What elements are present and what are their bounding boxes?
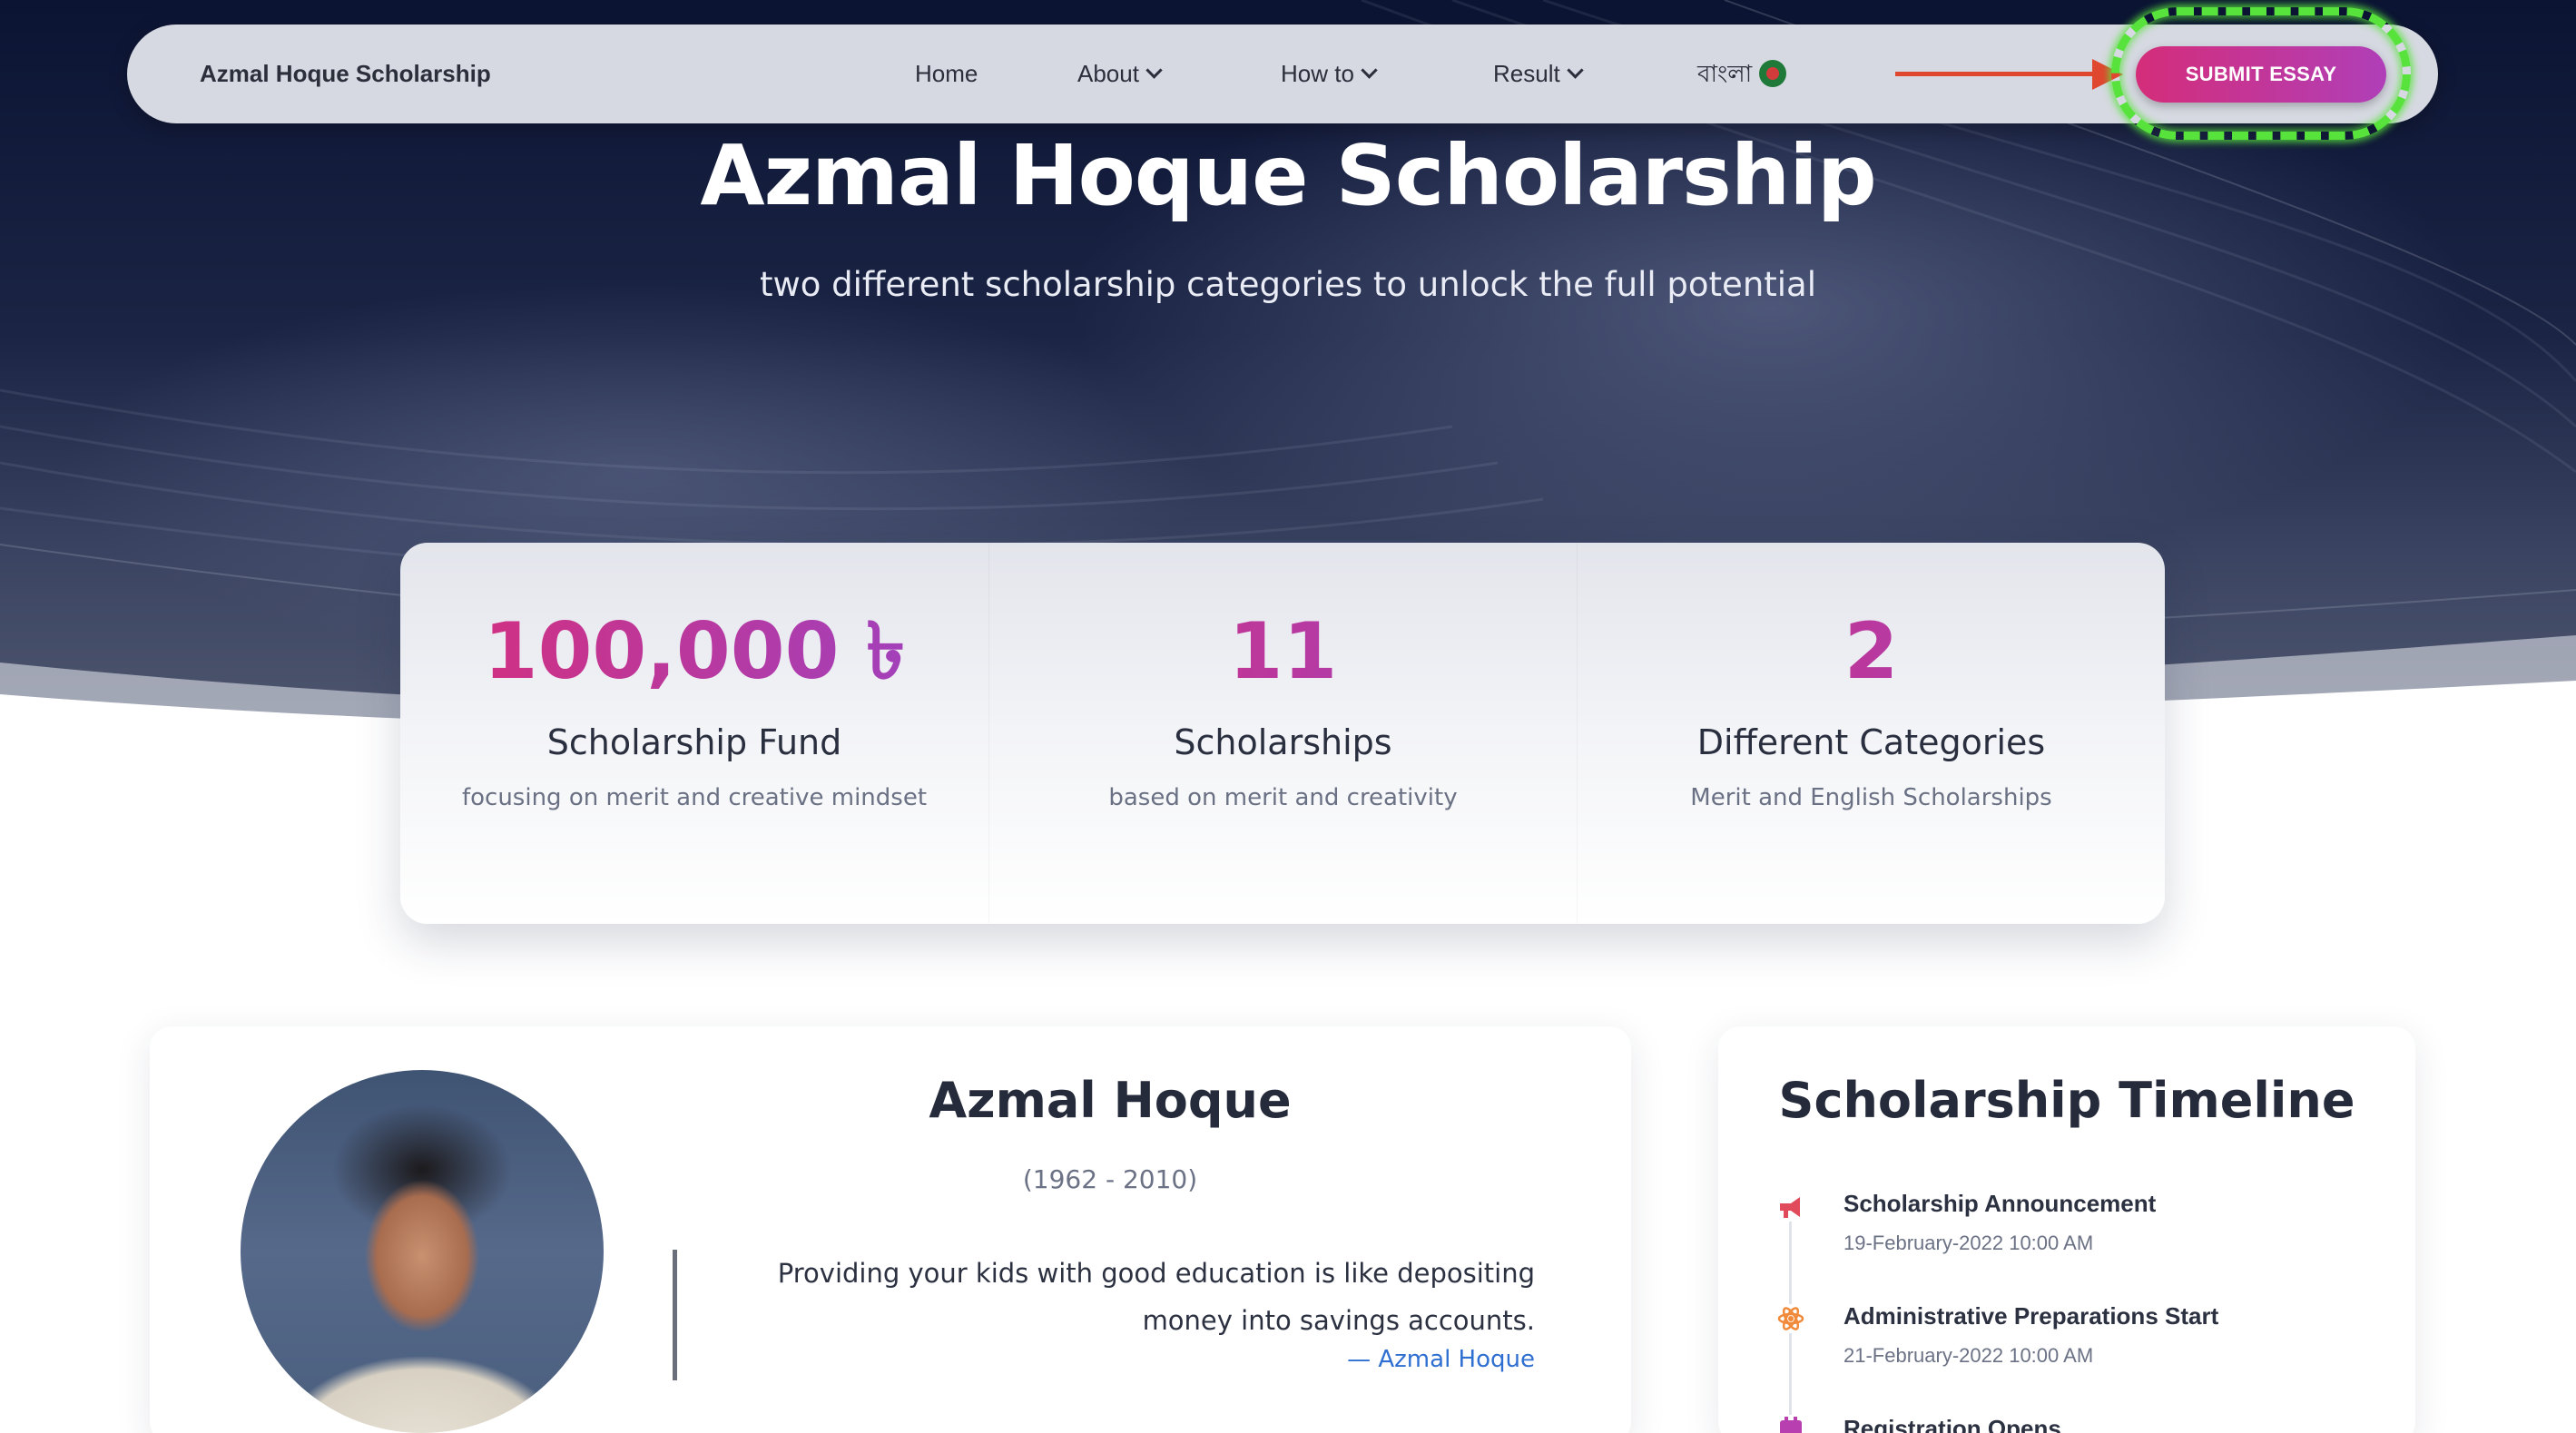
founder-years: (1962 - 2010) <box>1022 1164 1198 1194</box>
stat-description: Merit and English Scholarships <box>1690 784 2052 811</box>
nav-about[interactable]: About <box>1077 25 1163 123</box>
timeline-item-title: Registration Opens <box>1844 1415 2061 1433</box>
nav-result[interactable]: Result <box>1493 25 1584 123</box>
stat-title: Different Categories <box>1696 722 2046 762</box>
timeline-card: Scholarship Timeline Scholarship Announc… <box>1718 1026 2415 1433</box>
stat-description: focusing on merit and creative mindset <box>461 784 928 811</box>
stat-fund: 100,000 ৳ Scholarship Fund focusing on m… <box>400 543 988 924</box>
language-label: বাংলা <box>1697 60 1753 87</box>
hero-subtitle: two different scholarship categories to … <box>759 265 1817 304</box>
language-switch[interactable]: বাংলা <box>1697 25 1787 123</box>
stat-title: Scholarships <box>1174 722 1392 762</box>
timeline-item-date: 21-February-2022 10:00 AM <box>1844 1344 2094 1367</box>
stat-value: 11 <box>989 606 1577 697</box>
nav-about-label: About <box>1077 60 1139 87</box>
nav-how-to[interactable]: How to <box>1281 25 1378 123</box>
timeline-item-title: Administrative Preparations Start <box>1844 1302 2219 1330</box>
bangladesh-flag-icon <box>1759 60 1787 87</box>
founder-quote: Providing your kids with good education … <box>777 1258 1535 1336</box>
megaphone-icon <box>1776 1193 1805 1222</box>
quote-bar <box>673 1250 677 1380</box>
founder-card: Azmal Hoque (1962 - 2010) Providing your… <box>150 1026 1631 1433</box>
stat-categories: 2 Different Categories Merit and English… <box>1577 543 2165 924</box>
timeline-item-date: 19-February-2022 10:00 AM <box>1844 1232 2094 1254</box>
calendar-icon <box>1776 1415 1805 1433</box>
nav-result-label: Result <box>1493 60 1560 87</box>
nav-home-label: Home <box>915 60 978 87</box>
submit-essay-button[interactable]: SUBMIT ESSAY <box>2136 46 2386 103</box>
timeline-title: Scholarship Timeline <box>1778 1072 2355 1129</box>
quote-author: — Azmal Hoque <box>1347 1346 1535 1373</box>
annotation-arrow-shaft <box>1895 72 2099 76</box>
hero-title: Azmal Hoque Scholarship <box>700 127 1876 224</box>
atom-icon <box>1776 1304 1805 1333</box>
stat-description: based on merit and creativity <box>1108 784 1458 811</box>
stat-title: Scholarship Fund <box>546 722 842 762</box>
stats-card: 100,000 ৳ Scholarship Fund focusing on m… <box>400 543 2165 924</box>
timeline-item-title: Scholarship Announcement <box>1844 1190 2157 1217</box>
nav-how-to-label: How to <box>1281 60 1354 87</box>
chevron-down-icon <box>1361 62 1378 79</box>
stat-scholarships: 11 Scholarships based on merit and creat… <box>988 543 1577 924</box>
stat-value: 2 <box>1578 606 2165 697</box>
founder-photo <box>241 1070 604 1433</box>
founder-name: Azmal Hoque <box>929 1072 1292 1129</box>
chevron-down-icon <box>1145 62 1163 79</box>
nav-home[interactable]: Home <box>915 25 978 123</box>
chevron-down-icon <box>1567 62 1584 79</box>
stat-value: 100,000 ৳ <box>400 606 988 697</box>
brand-link[interactable]: Azmal Hoque Scholarship <box>200 25 491 123</box>
